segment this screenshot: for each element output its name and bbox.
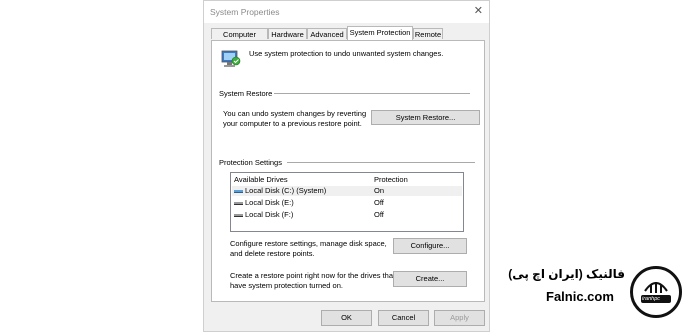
drives-list[interactable]: Available Drives Protection Local Disk (… bbox=[230, 172, 464, 232]
protection-settings-divider bbox=[287, 162, 475, 163]
logo-text: iranhpc bbox=[642, 296, 661, 302]
drive-icon bbox=[234, 202, 243, 205]
apply-button[interactable]: Apply bbox=[434, 310, 485, 326]
system-protection-icon bbox=[221, 50, 241, 67]
create-button[interactable]: Create... bbox=[393, 271, 467, 287]
window-title: System Properties bbox=[210, 7, 280, 17]
tab-computer-name[interactable]: Computer Name bbox=[211, 28, 268, 50]
close-icon[interactable]: ✕ bbox=[474, 4, 483, 17]
falnic-logo-icon: iranhpc bbox=[630, 266, 682, 318]
tab-hardware[interactable]: Hardware bbox=[268, 28, 307, 39]
system-restore-button[interactable]: System Restore... bbox=[371, 110, 480, 125]
intro-text: Use system protection to undo unwanted s… bbox=[249, 49, 444, 58]
system-drive-icon bbox=[234, 190, 243, 193]
watermark-persian: فالنیک (ایران اچ پی) bbox=[508, 267, 625, 281]
col-header-drives[interactable]: Available Drives bbox=[234, 175, 288, 184]
drive-name: Local Disk (F:) bbox=[245, 210, 294, 219]
system-restore-desc-line2: your computer to a previous restore poin… bbox=[223, 119, 362, 128]
system-restore-divider bbox=[274, 93, 470, 94]
create-desc-line1: Create a restore point right now for the… bbox=[230, 271, 396, 280]
tab-advanced[interactable]: Advanced bbox=[307, 28, 347, 39]
configure-desc-line2: and delete restore points. bbox=[230, 249, 315, 258]
title-bar: System Properties ✕ bbox=[204, 1, 489, 23]
configure-button[interactable]: Configure... bbox=[393, 238, 467, 254]
system-restore-heading: System Restore bbox=[219, 89, 273, 98]
drive-row[interactable]: Local Disk (E:) Off bbox=[232, 198, 462, 208]
cancel-button[interactable]: Cancel bbox=[378, 310, 429, 326]
drive-protection: On bbox=[374, 186, 385, 195]
drive-row[interactable]: Local Disk (F:) Off bbox=[232, 210, 462, 220]
drive-name: Local Disk (E:) bbox=[245, 198, 294, 207]
configure-desc-line1: Configure restore settings, manage disk … bbox=[230, 239, 387, 248]
col-header-protection[interactable]: Protection bbox=[374, 175, 408, 184]
tab-system-protection[interactable]: System Protection bbox=[347, 26, 413, 40]
ok-button[interactable]: OK bbox=[321, 310, 372, 326]
drive-icon bbox=[234, 214, 243, 217]
tab-remote[interactable]: Remote bbox=[413, 28, 443, 39]
create-desc-line2: have system protection turned on. bbox=[230, 281, 343, 290]
drive-protection: Off bbox=[374, 198, 384, 207]
drive-row[interactable]: Local Disk (C:) (System) On bbox=[232, 186, 462, 196]
drive-name: Local Disk (C:) (System) bbox=[245, 186, 327, 195]
system-properties-dialog: System Properties ✕ Computer Name Hardwa… bbox=[203, 0, 490, 332]
drive-protection: Off bbox=[374, 210, 384, 219]
system-restore-desc-line1: You can undo system changes by reverting bbox=[223, 109, 367, 118]
protection-settings-heading: Protection Settings bbox=[219, 158, 282, 167]
system-protection-panel: Use system protection to undo unwanted s… bbox=[211, 40, 485, 302]
watermark-domain: Falnic.com bbox=[546, 289, 614, 304]
